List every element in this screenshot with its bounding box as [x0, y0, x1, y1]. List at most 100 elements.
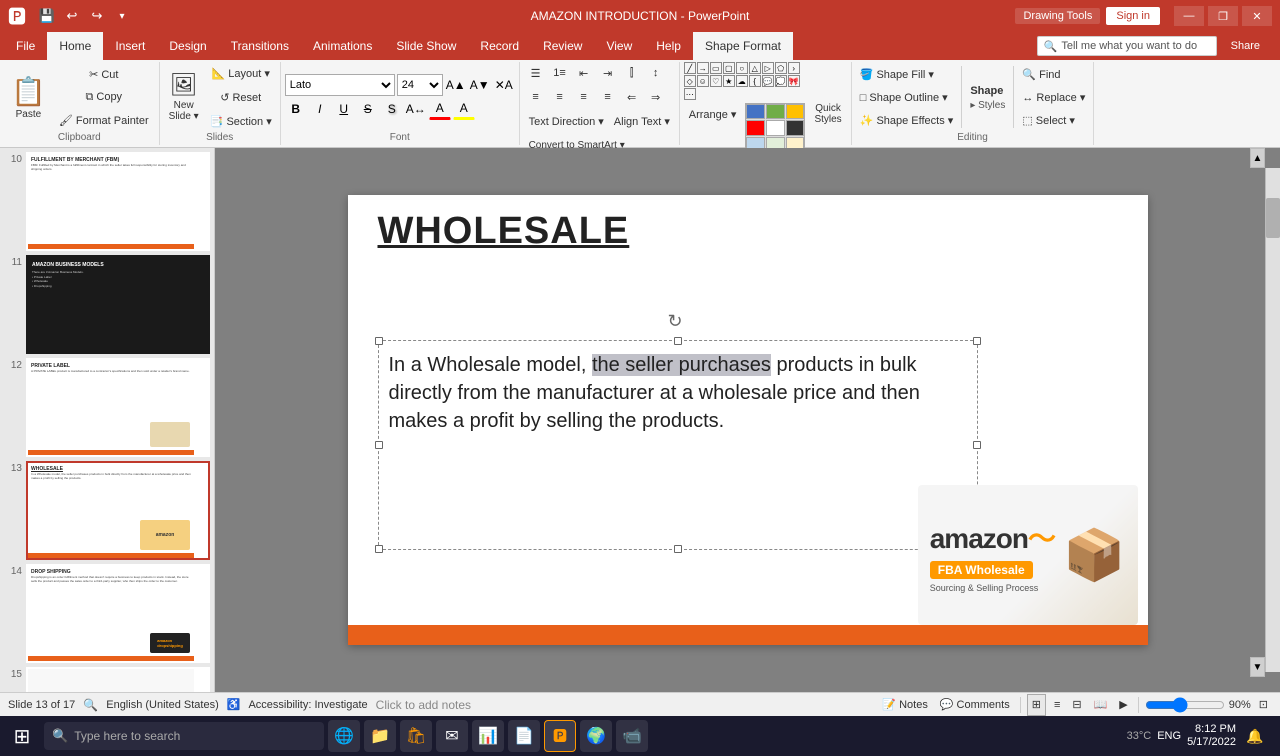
handle-mr[interactable]	[973, 441, 981, 449]
slide-img-13[interactable]: WHOLESALE In a Wholesale model, the sell…	[26, 461, 210, 560]
format-painter-button[interactable]: 🖌 Format Painter	[55, 109, 153, 131]
taskbar-pdf-button[interactable]: 📄	[508, 720, 540, 752]
shape-effects-button[interactable]: ✨ Shape Effects ▾	[856, 109, 958, 131]
share-button[interactable]: Share	[1223, 40, 1268, 52]
decrease-font-button[interactable]: A▼	[469, 74, 491, 96]
taskbar-mail-button[interactable]: ✉	[436, 720, 468, 752]
align-text-button[interactable]: Align Text ▾	[610, 110, 674, 132]
italic-button[interactable]: I	[309, 98, 331, 120]
increase-font-button[interactable]: A▲	[445, 74, 467, 96]
bold-button[interactable]: B	[285, 98, 307, 120]
arrange-button[interactable]: Arrange ▾	[684, 103, 742, 125]
numbering-button[interactable]: 1≡	[549, 62, 571, 84]
reset-button[interactable]: ↺ Reset	[206, 86, 276, 108]
paste-button[interactable]: 📋 Paste	[4, 64, 53, 130]
customize-button[interactable]: ▾	[111, 5, 133, 27]
tab-design[interactable]: Design	[157, 32, 218, 60]
language-label[interactable]: English (United States)	[106, 699, 219, 711]
taskbar-store-button[interactable]: 🛍	[400, 720, 432, 752]
columns-button[interactable]: ⫿	[621, 62, 643, 84]
handle-bl[interactable]	[375, 545, 383, 553]
start-button[interactable]: ⊞	[4, 718, 40, 754]
new-slide-button[interactable]: 🖼 NewSlide ▾	[164, 64, 204, 130]
slide-img-15[interactable]	[26, 667, 210, 692]
rotate-handle[interactable]: ↻	[668, 311, 683, 332]
slide-thumb-11[interactable]: 11 AMAZON BUSINESS MODELS There are 3 Am…	[4, 255, 210, 354]
speech-icon[interactable]: 💭	[775, 75, 787, 87]
handle-bm[interactable]	[674, 545, 682, 553]
find-button[interactable]: 🔍 Find	[1018, 63, 1089, 85]
slide-text-content[interactable]: In a Wholesale model, the seller purchas…	[389, 351, 967, 435]
rtl-button[interactable]: ⇐	[621, 86, 643, 108]
brace-icon[interactable]: {	[749, 75, 761, 87]
text-box-selected[interactable]: ↻ In a Wholesale model, the seller purch…	[378, 340, 978, 550]
tab-file[interactable]: File	[4, 32, 47, 60]
shape-outline-button[interactable]: □ Shape Outline ▾	[856, 86, 958, 108]
scroll-up-button[interactable]: ▲	[1250, 148, 1265, 168]
cut-button[interactable]: ✂ Cut	[55, 63, 153, 85]
font-color-button[interactable]: A	[429, 98, 451, 120]
scroll-down-button[interactable]: ▼	[1250, 657, 1265, 677]
notes-button[interactable]: 📝 Notes	[878, 694, 931, 716]
slide-thumb-12[interactable]: 12 PRIVATE LABEL A PRIVATE LABEL product…	[4, 358, 210, 457]
font-size-select[interactable]: 24	[397, 74, 443, 96]
more-shapes-icon[interactable]: ⋯	[684, 88, 696, 100]
undo-button[interactable]: ↩	[61, 5, 83, 27]
taskbar-search[interactable]: 🔍 Type here to search	[44, 722, 324, 750]
slide-panel[interactable]: 10 FULFILLMENT BY MERCHANT (FBM) FBM: Fu…	[0, 148, 215, 692]
decrease-indent-button[interactable]: ⇤	[573, 62, 595, 84]
restore-button[interactable]: ❐	[1208, 6, 1238, 26]
tab-shapeformat[interactable]: Shape Format	[693, 32, 793, 60]
shape-fill-button[interactable]: 🪣 Shape Fill ▾	[856, 63, 958, 85]
triangle-icon[interactable]: △	[749, 62, 761, 74]
normal-view-button[interactable]: ⊞	[1027, 694, 1046, 716]
justify-button[interactable]: ≡	[597, 86, 619, 108]
rect-icon[interactable]: ▭	[710, 62, 722, 74]
save-button[interactable]: 💾	[36, 5, 58, 27]
redo-button[interactable]: ↪	[86, 5, 108, 27]
quick-styles-label[interactable]: QuickStyles	[809, 103, 846, 125]
reading-view-button[interactable]: 📖	[1090, 694, 1112, 716]
slide-thumb-14[interactable]: 14 DROP SHIPPING Dropshipping is an orde…	[4, 564, 210, 663]
accessibility-label[interactable]: Accessibility: Investigate	[248, 699, 367, 711]
handle-tm[interactable]	[674, 337, 682, 345]
taskbar-zoom-button[interactable]: 📹	[616, 720, 648, 752]
tab-home[interactable]: Home	[47, 32, 103, 60]
tab-help[interactable]: Help	[644, 32, 693, 60]
line-spacing-button[interactable]: ↕	[645, 62, 667, 84]
slideshow-button[interactable]: ▶	[1115, 694, 1131, 716]
tab-animations[interactable]: Animations	[301, 32, 384, 60]
smiley-icon[interactable]: ☺	[697, 75, 709, 87]
handle-tr[interactable]	[973, 337, 981, 345]
slide-img-12[interactable]: PRIVATE LABEL A PRIVATE LABEL product is…	[26, 358, 210, 457]
slide-title[interactable]: WHOLESALE	[378, 210, 630, 253]
callout-icon[interactable]: 💬	[762, 75, 774, 87]
select-button[interactable]: ⬚ Select ▾	[1018, 109, 1089, 131]
quick-styles-box[interactable]	[745, 103, 805, 153]
rounded-rect-icon[interactable]: ▢	[723, 62, 735, 74]
tab-slideshow[interactable]: Slide Show	[384, 32, 468, 60]
zoom-slider[interactable]	[1145, 697, 1225, 713]
close-button[interactable]: ✕	[1242, 6, 1272, 26]
star-icon[interactable]: ★	[723, 75, 735, 87]
sign-in-button[interactable]: Sign in	[1106, 7, 1160, 25]
notification-button[interactable]: 🔔	[1242, 723, 1268, 749]
tab-insert[interactable]: Insert	[103, 32, 157, 60]
taskbar-chrome-button[interactable]: 🌍	[580, 720, 612, 752]
scrollbar-thumb[interactable]	[1266, 198, 1280, 238]
increase-indent-button[interactable]: ⇥	[597, 62, 619, 84]
outline-view-button[interactable]: ≡	[1050, 694, 1064, 716]
line-icon[interactable]: ╱	[684, 62, 696, 74]
underline-button[interactable]: U	[333, 98, 355, 120]
slide-thumb-15[interactable]: 15	[4, 667, 210, 692]
taskbar-ppt-button[interactable]: 🅿	[544, 720, 576, 752]
align-left-button[interactable]: ≡	[525, 86, 547, 108]
tab-transitions[interactable]: Transitions	[219, 32, 301, 60]
slide-thumb-10[interactable]: 10 FULFILLMENT BY MERCHANT (FBM) FBM: Fu…	[4, 152, 210, 251]
tab-record[interactable]: Record	[468, 32, 531, 60]
handle-ml[interactable]	[375, 441, 383, 449]
arrow-icon[interactable]: →	[697, 62, 709, 74]
diamond-icon[interactable]: ◇	[684, 75, 696, 87]
clear-format-button[interactable]: ✕A	[493, 74, 515, 96]
rtriangle-icon[interactable]: ▷	[762, 62, 774, 74]
